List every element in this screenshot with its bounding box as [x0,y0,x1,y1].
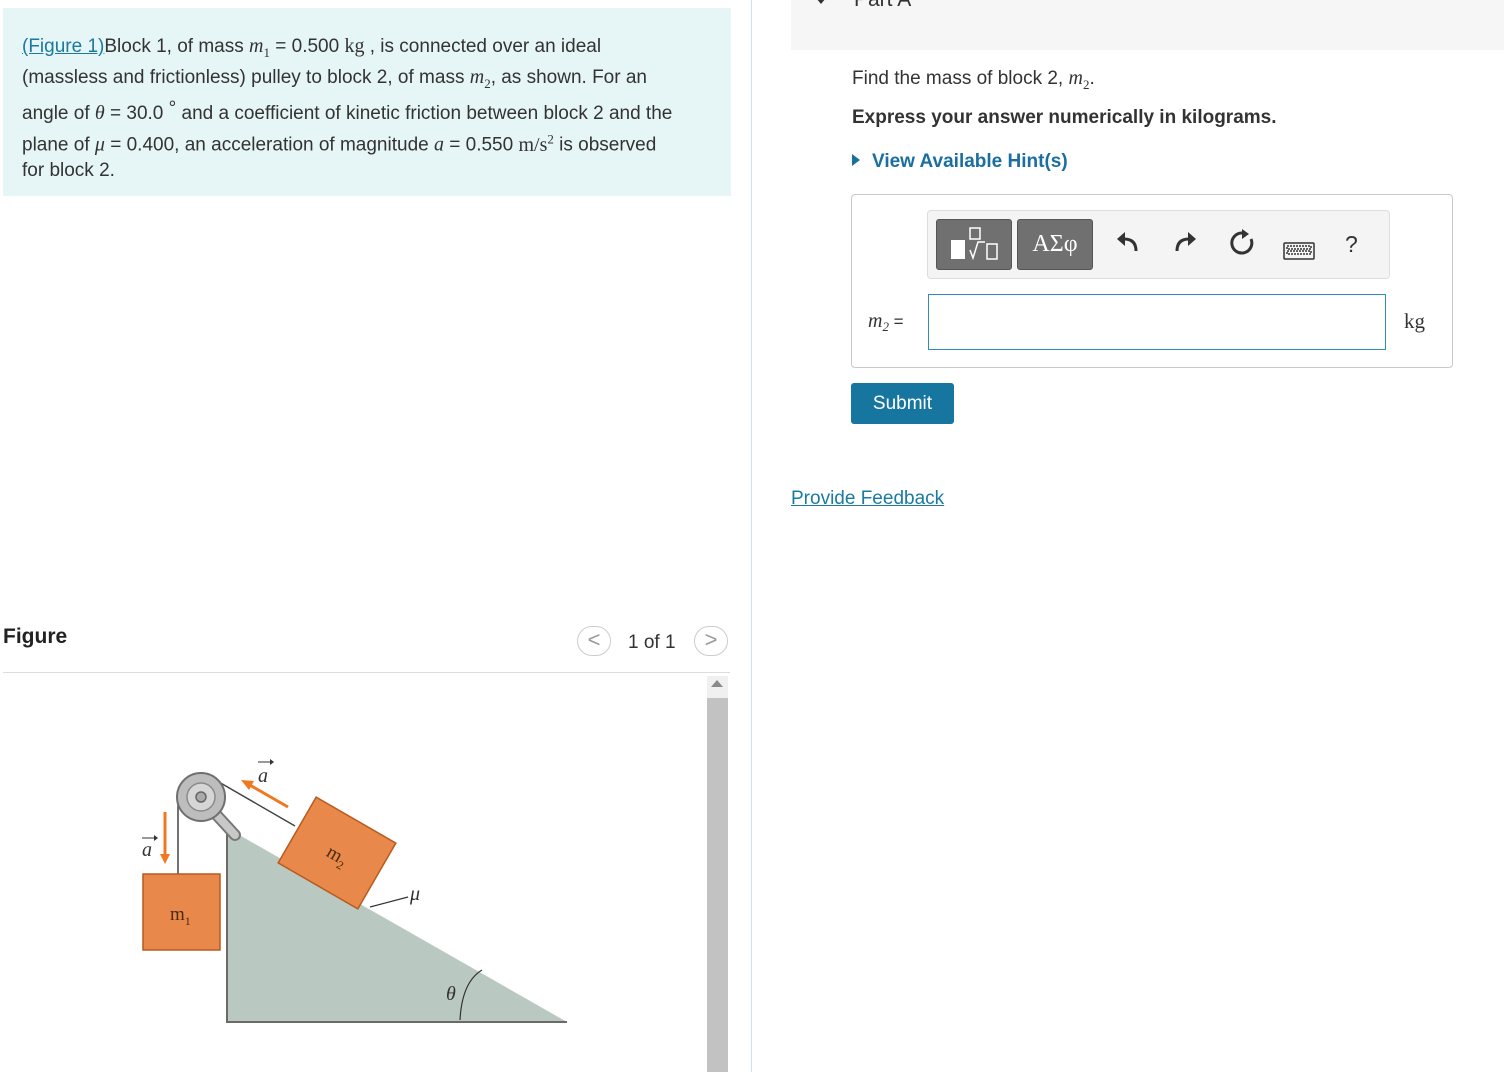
acceleration-arrow-block-1 [160,812,170,864]
question-m2-symbol: m2 [1068,67,1090,92]
problem-text: = 30.0 [104,103,169,124]
mu-label: μ [409,883,420,905]
theta-label: θ [446,983,456,1005]
previous-figure-button[interactable]: < [577,626,611,656]
accel-unit: m/s2 [518,131,554,156]
kg-unit: kg [344,35,365,57]
answer-variable-label: m2 = [868,310,904,335]
theta-symbol: θ [94,102,105,124]
answer-instruction: Express your answer numerically in kilog… [852,107,1277,128]
column-divider [751,0,752,1072]
problem-line-3: angle of θ = 30.0 ° and a coefficient of… [22,96,712,126]
m2-symbol: m2 [469,66,491,91]
help-icon[interactable]: ? [1345,231,1358,258]
submit-button[interactable]: Submit [851,383,954,424]
answer-unit: kg [1404,309,1425,333]
mu-symbol: μ [94,133,105,156]
problem-text: = 0.500 [269,36,345,57]
templates-button[interactable] [936,219,1012,270]
greek-symbols-button[interactable]: ΑΣφ [1017,219,1093,270]
collapse-caret-icon[interactable] [816,0,826,4]
problem-line-5: for block 2. [22,159,115,181]
answer-input[interactable] [928,294,1386,350]
scroll-up-icon[interactable] [711,680,723,687]
problem-text: (massless and frictionless) pulley to bl… [22,67,470,88]
templates-icon [951,227,998,261]
undo-icon[interactable] [1114,229,1142,257]
redo-icon[interactable] [1171,229,1199,257]
problem-text: and a coefficient of kinetic friction be… [176,103,673,124]
problem-text: angle of [22,103,95,124]
problem-line-1: (Figure 1)Block 1, of mass m1 = 0.500 kg… [22,34,712,65]
next-figure-button[interactable]: > [694,626,728,656]
friction-pointer [369,896,409,908]
keyboard-icon[interactable] [1283,241,1315,261]
problem-text: Block 1, of mass [104,36,250,57]
view-hints-toggle[interactable]: View Available Hint(s) [852,151,1068,173]
pulley-icon [176,772,226,822]
problem-text: plane of [22,134,95,156]
expand-arrow-icon [852,154,860,166]
reset-icon[interactable] [1228,229,1256,257]
question-text: Find the mass of block 2, m2. [852,67,1095,92]
problem-text: , as shown. For an [490,67,647,88]
problem-line-2: (massless and frictionless) pulley to bl… [22,65,712,96]
a-symbol: a [433,133,444,156]
incline-wedge [227,828,567,1022]
problem-statement: (Figure 1)Block 1, of mass m1 = 0.500 kg… [3,8,731,196]
block-1: m1 [142,873,221,951]
accel-label-2: a [258,765,268,787]
figure-divider [3,672,730,673]
problem-text: = 0.550 [443,134,519,156]
problem-text: is observed [553,134,657,156]
part-title[interactable]: Part A [854,0,911,12]
block-1-label: m [170,904,185,925]
hint-label: View Available Hint(s) [872,151,1068,172]
figure-title: Figure [3,625,68,648]
figure-scrollbar-thumb[interactable] [707,698,728,1072]
problem-line-4: plane of μ = 0.400, an acceleration of m… [22,126,712,158]
m1-symbol: m1 [249,35,270,60]
figure-link[interactable]: (Figure 1) [22,36,104,57]
provide-feedback-link[interactable]: Provide Feedback [791,488,944,510]
accel-label-1: a [142,839,152,861]
figure-pager-text: 1 of 1 [628,632,676,653]
figure-illustration: m2 m1 a a μ θ [142,759,567,1023]
problem-text: , is connected over an ideal [364,36,602,57]
problem-text: = 0.400, an acceleration of magnitude [104,134,434,156]
math-toolbar: ΑΣφ ? [927,210,1390,279]
